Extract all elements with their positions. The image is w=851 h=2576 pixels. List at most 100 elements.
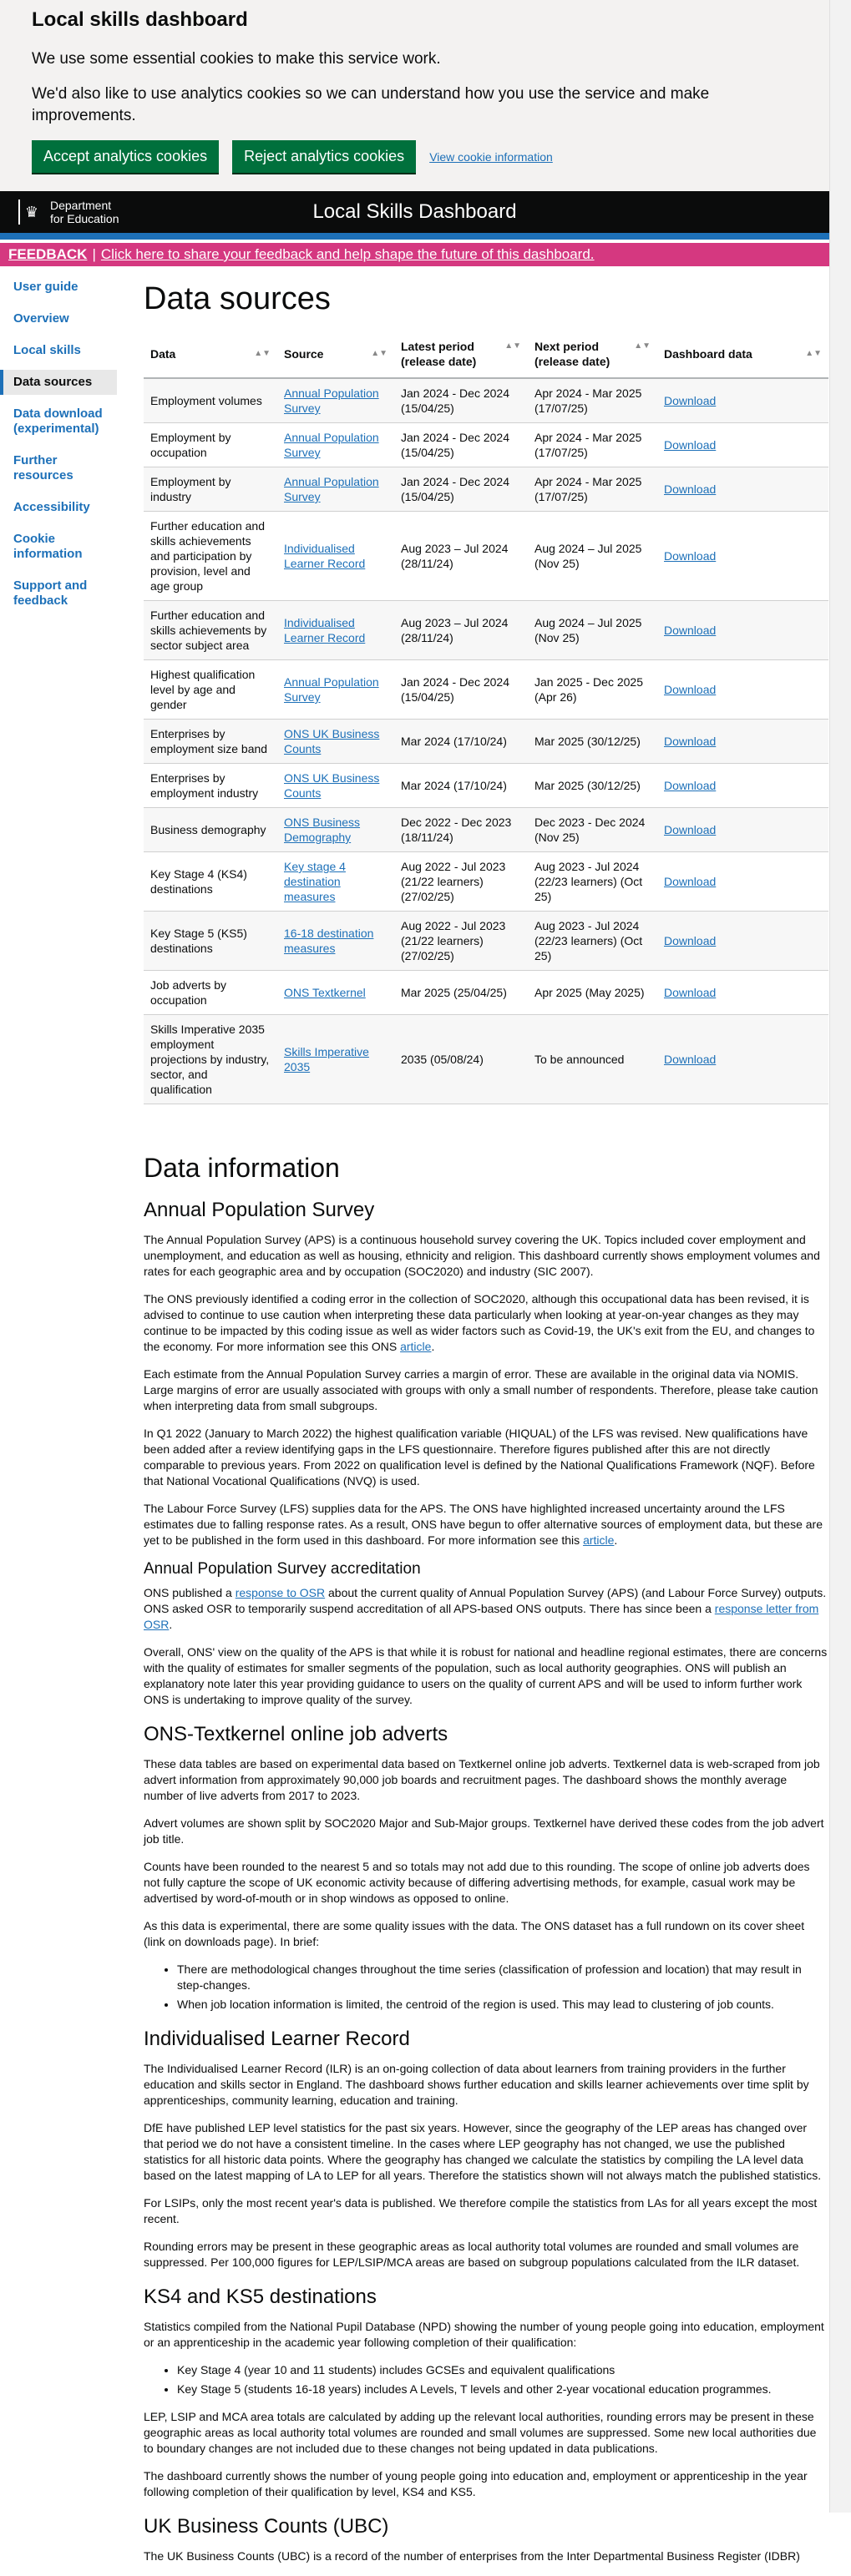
textkernel-paragraph: Advert volumes are shown split by SOC202…: [144, 1816, 824, 1846]
download-link[interactable]: Download: [664, 394, 716, 407]
cell-source[interactable]: 16-18 destination measures: [277, 911, 394, 971]
cell-data: Key Stage 5 (KS5) destinations: [144, 911, 277, 971]
cell-source[interactable]: Annual Population Survey: [277, 659, 394, 720]
table-row: Skills Imperative 2035 employment projec…: [144, 1014, 828, 1104]
sort-icon[interactable]: ▲▼: [634, 339, 651, 354]
cell-download[interactable]: Download: [657, 851, 828, 912]
download-link[interactable]: Download: [664, 823, 716, 836]
cell-download[interactable]: Download: [657, 378, 828, 423]
ubc-paragraph: The UK Business Counts (UBC) is a record…: [144, 2549, 800, 2563]
view-cookie-info-link[interactable]: View cookie information: [429, 150, 553, 164]
nav-item-data-sources[interactable]: Data sources: [0, 370, 117, 395]
nav-item-user-guide[interactable]: User guide: [0, 275, 117, 300]
cell-download[interactable]: Download: [657, 911, 828, 971]
cell-source[interactable]: ONS Business Demography: [277, 807, 394, 852]
download-link[interactable]: Download: [664, 1053, 716, 1066]
nav-item-overview[interactable]: Overview: [0, 306, 117, 331]
accreditation-paragraph: Overall, ONS' view on the quality of the…: [144, 1645, 828, 1706]
sort-icon[interactable]: ▲▼: [254, 346, 271, 361]
cell-source[interactable]: Skills Imperative 2035: [277, 1014, 394, 1104]
cell-download[interactable]: Download: [657, 511, 828, 601]
download-link[interactable]: Download: [664, 482, 716, 496]
download-link[interactable]: Download: [664, 934, 716, 947]
column-header-dashboard-data[interactable]: ▲▼ Dashboard data: [657, 331, 828, 379]
column-header-data[interactable]: ▲▼ Data: [144, 331, 277, 379]
source-link[interactable]: Annual Population Survey: [284, 386, 379, 415]
cell-source[interactable]: Key stage 4 destination measures: [277, 851, 394, 912]
cell-source[interactable]: Individualised Learner Record: [277, 511, 394, 601]
cell-download[interactable]: Download: [657, 719, 828, 764]
download-link[interactable]: Download: [664, 549, 716, 563]
nav-item-further-resources[interactable]: Further resources: [0, 448, 117, 488]
source-link[interactable]: Annual Population Survey: [284, 675, 379, 704]
cell-source[interactable]: Annual Population Survey: [277, 422, 394, 467]
download-link[interactable]: Download: [664, 875, 716, 888]
source-link[interactable]: ONS UK Business Counts: [284, 727, 379, 755]
source-link[interactable]: 16-18 destination measures: [284, 927, 373, 955]
accept-cookies-button[interactable]: Accept analytics cookies: [32, 140, 220, 173]
source-link[interactable]: Annual Population Survey: [284, 475, 379, 503]
cell-download[interactable]: Download: [657, 467, 828, 512]
cell-latest-period: Aug 2022 - Jul 2023 (21/22 learners) (27…: [394, 851, 528, 912]
reject-cookies-button[interactable]: Reject analytics cookies: [232, 140, 417, 173]
table-row: Further education and skills achievement…: [144, 511, 828, 601]
feedback-label[interactable]: FEEDBACK: [8, 246, 87, 263]
nav-item-local-skills[interactable]: Local skills: [0, 338, 117, 363]
cell-download[interactable]: Download: [657, 763, 828, 808]
aps-paragraph: The Annual Population Survey (APS) is a …: [144, 1233, 820, 1278]
ons-article-link[interactable]: article: [400, 1340, 431, 1353]
source-link[interactable]: ONS Textkernel: [284, 986, 366, 999]
cell-download[interactable]: Download: [657, 600, 828, 660]
column-header-next-period[interactable]: ▲▼ Next period (release date): [528, 331, 657, 379]
source-link[interactable]: Individualised Learner Record: [284, 616, 365, 644]
download-link[interactable]: Download: [664, 624, 716, 637]
accreditation-text: ONS published a: [144, 1586, 232, 1599]
download-link[interactable]: Download: [664, 779, 716, 792]
source-link[interactable]: Key stage 4 destination measures: [284, 860, 346, 903]
cell-data: Employment by industry: [144, 467, 277, 512]
cell-source[interactable]: ONS Textkernel: [277, 970, 394, 1015]
download-link[interactable]: Download: [664, 986, 716, 999]
lfs-article-link[interactable]: article: [583, 1533, 614, 1547]
cell-source[interactable]: Individualised Learner Record: [277, 600, 394, 660]
download-link[interactable]: Download: [664, 683, 716, 696]
site-header: ♛ Department for Education Local Skills …: [0, 191, 829, 233]
source-link[interactable]: Skills Imperative 2035: [284, 1045, 369, 1073]
aps-paragraph: Each estimate from the Annual Population…: [144, 1367, 818, 1412]
column-header-source[interactable]: ▲▼ Source: [277, 331, 394, 379]
feedback-link[interactable]: Click here to share your feedback and he…: [101, 246, 595, 263]
cell-source[interactable]: ONS UK Business Counts: [277, 719, 394, 764]
nav-item-accessibility[interactable]: Accessibility: [0, 495, 117, 520]
cookie-banner-title: Local skills dashboard: [32, 8, 248, 31]
source-link[interactable]: ONS Business Demography: [284, 816, 360, 844]
source-link[interactable]: ONS UK Business Counts: [284, 771, 379, 800]
feedback-banner[interactable]: FEEDBACK | Click here to share your feed…: [0, 243, 829, 266]
cell-download[interactable]: Download: [657, 807, 828, 852]
column-header-latest-period[interactable]: ▲▼ Latest period (release date): [394, 331, 528, 379]
cell-source[interactable]: ONS UK Business Counts: [277, 763, 394, 808]
table-row: Enterprises by employment industry ONS UK…: [144, 763, 828, 808]
download-link[interactable]: Download: [664, 438, 716, 452]
cell-download[interactable]: Download: [657, 422, 828, 467]
cell-data: Further education and skills achievement…: [144, 511, 277, 601]
cell-download[interactable]: Download: [657, 1014, 828, 1104]
ilr-paragraph: Rounding errors may be present in these …: [144, 2240, 800, 2269]
cell-source[interactable]: Annual Population Survey: [277, 467, 394, 512]
sort-icon[interactable]: ▲▼: [504, 339, 521, 354]
dfe-logo[interactable]: ♛ Department for Education: [18, 199, 119, 225]
nav-item-data-download[interactable]: Data download (experimental): [0, 402, 117, 442]
site-title: Local Skills Dashboard: [312, 200, 517, 223]
page-scrollbar[interactable]: [829, 0, 851, 2513]
source-link[interactable]: Individualised Learner Record: [284, 542, 365, 570]
nav-item-cookie-information[interactable]: Cookie information: [0, 527, 117, 567]
nav-item-support-feedback[interactable]: Support and feedback: [0, 573, 117, 614]
side-navigation: User guide Overview Local skills Data so…: [0, 266, 117, 2576]
download-link[interactable]: Download: [664, 735, 716, 748]
response-to-osr-link[interactable]: response to OSR: [236, 1586, 325, 1599]
sort-icon[interactable]: ▲▼: [805, 346, 822, 361]
sort-icon[interactable]: ▲▼: [371, 346, 388, 361]
cell-source[interactable]: Annual Population Survey: [277, 378, 394, 423]
cell-download[interactable]: Download: [657, 970, 828, 1015]
cell-download[interactable]: Download: [657, 659, 828, 720]
source-link[interactable]: Annual Population Survey: [284, 431, 379, 459]
